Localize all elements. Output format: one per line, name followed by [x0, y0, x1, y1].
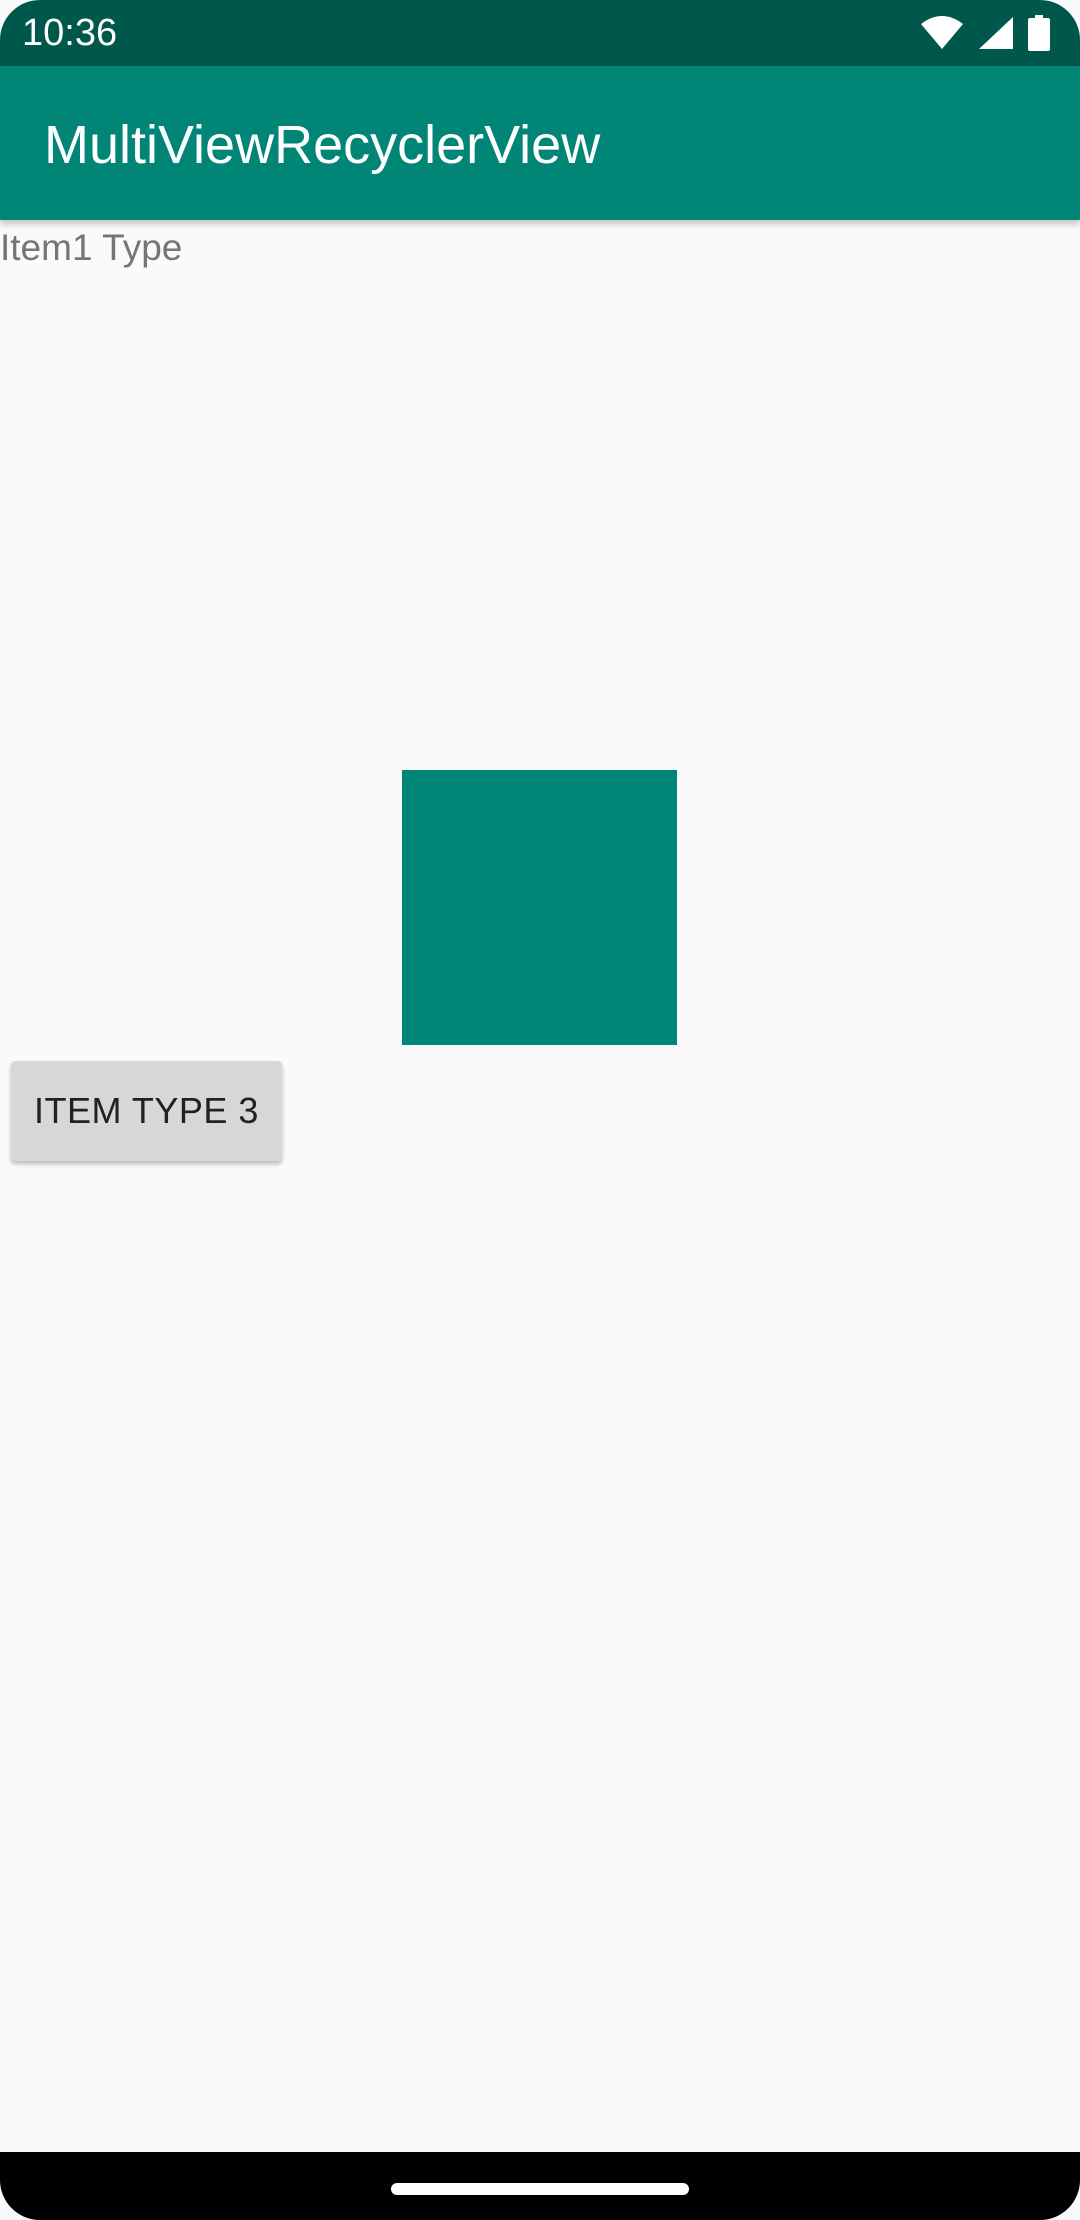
item-type-3-button[interactable]: ITEM TYPE 3: [11, 1061, 282, 1161]
signal-icon: [978, 16, 1014, 50]
item1-type-text: Item1 Type: [0, 227, 183, 268]
grid-image: [402, 770, 677, 1045]
status-icons: [920, 14, 1050, 52]
status-time: 10:36: [22, 12, 118, 54]
wifi-icon: [920, 16, 964, 50]
phone-screen: 10:36 MultiViewRecyclerView Item1 Type I…: [0, 0, 1080, 2220]
app-bar: MultiViewRecyclerView: [0, 66, 1080, 220]
home-gesture-handle[interactable]: [391, 2183, 689, 2195]
navigation-bar: [0, 2152, 1080, 2220]
recycler-view[interactable]: Item1 Type ITEM TYPE 3: [0, 220, 1080, 2152]
status-bar: 10:36: [0, 0, 1080, 66]
app-title: MultiViewRecyclerView: [44, 115, 601, 175]
battery-icon: [1028, 15, 1050, 51]
